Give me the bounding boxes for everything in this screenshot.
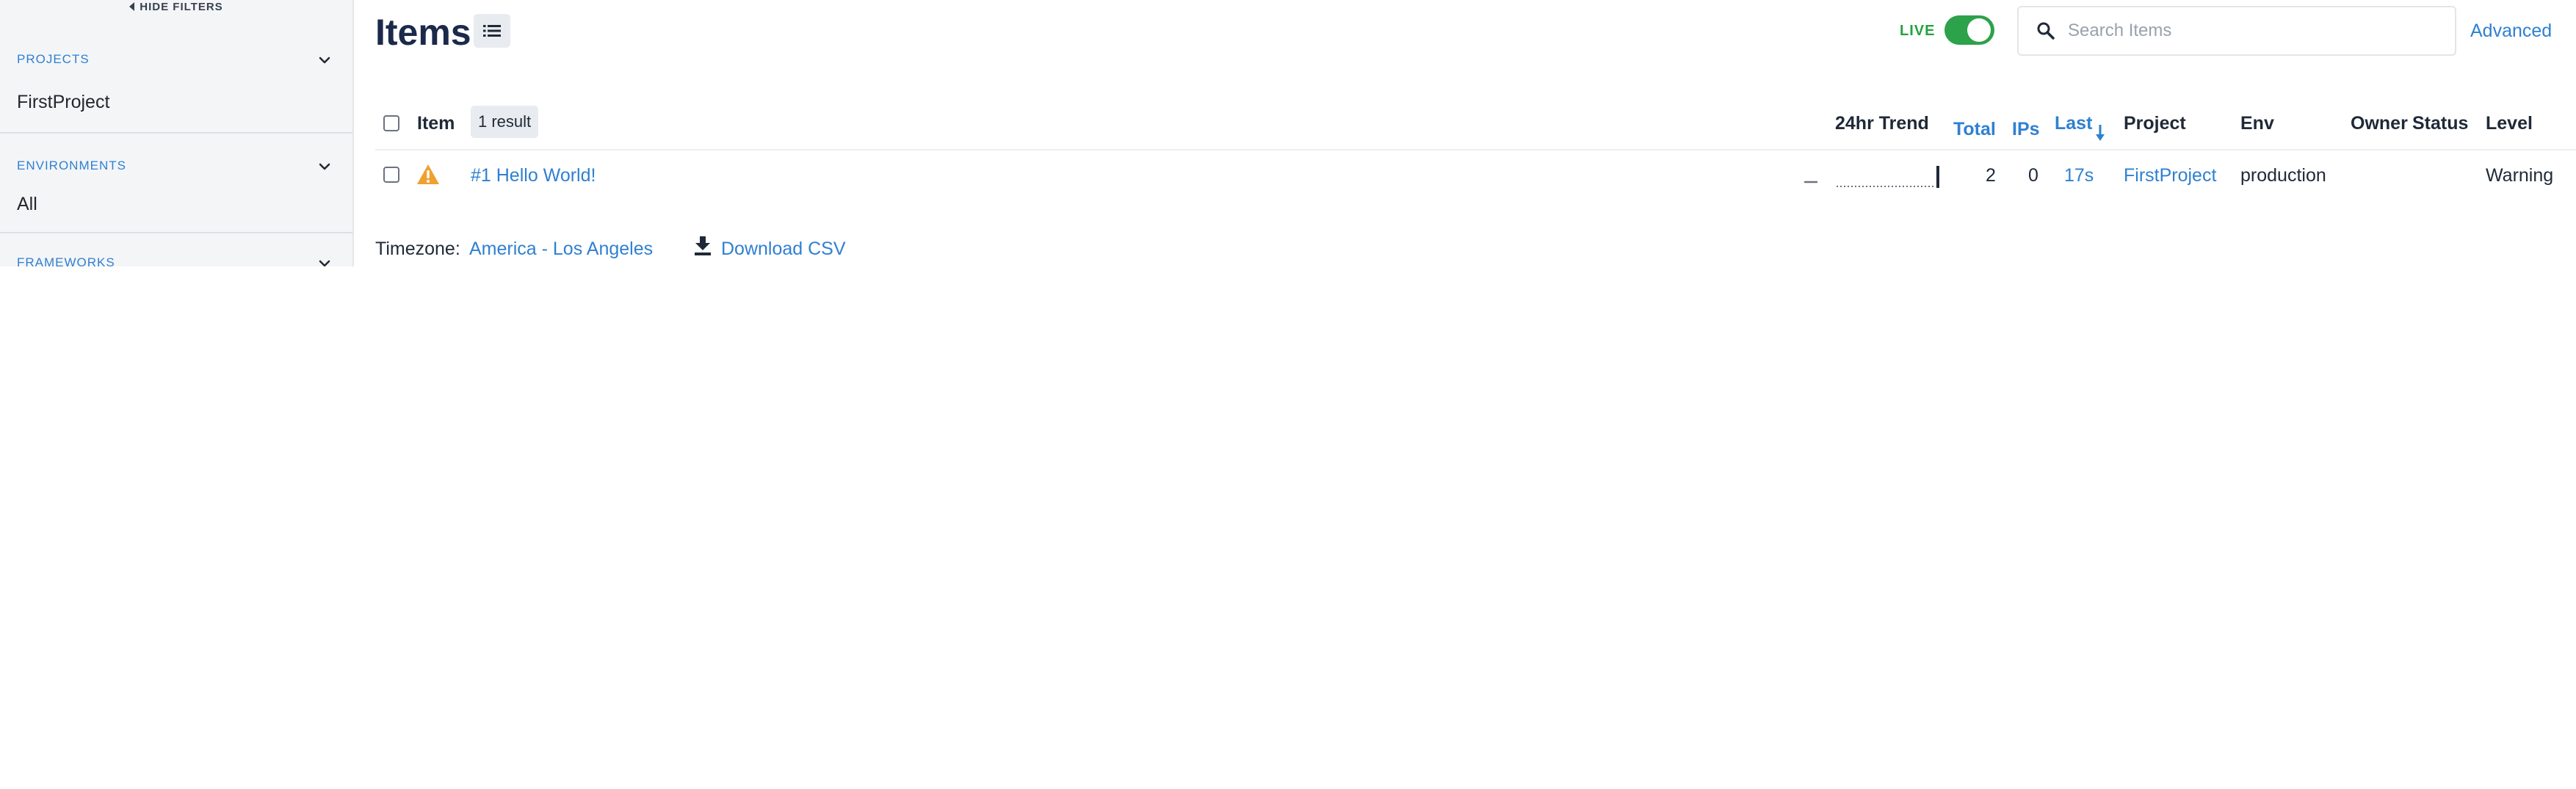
toggle-knob bbox=[1967, 18, 1991, 42]
search-input[interactable] bbox=[2066, 20, 2436, 42]
download-csv-link[interactable]: Download CSV bbox=[721, 239, 846, 260]
moon-icon bbox=[1796, 166, 1818, 187]
project-link[interactable]: FirstProject bbox=[2124, 165, 2216, 186]
search-icon bbox=[2037, 22, 2055, 40]
hide-filters-label: HIDE FILTERS bbox=[140, 0, 223, 13]
filter-heading-environments: ENVIRONMENTS bbox=[17, 159, 126, 172]
live-label: LIVE bbox=[1900, 23, 1936, 39]
column-header-item: Item bbox=[417, 113, 455, 134]
filter-heading-frameworks: FRAMEWORKS bbox=[17, 255, 115, 266]
hide-filters-button[interactable]: HIDE FILTERS bbox=[0, 0, 352, 13]
column-header-status: Status bbox=[2412, 113, 2469, 134]
filter-value-environments[interactable]: All bbox=[17, 194, 37, 215]
filters-sidebar: HIDE FILTERS PROJECTS FirstProject ENVIR… bbox=[0, 0, 354, 266]
sort-descending-icon[interactable] bbox=[2095, 123, 2105, 142]
column-header-level: Level bbox=[2486, 113, 2533, 134]
column-header-env: Env bbox=[2240, 113, 2274, 134]
filter-section-environments[interactable]: ENVIRONMENTS All bbox=[0, 134, 352, 233]
filter-value-projects[interactable]: FirstProject bbox=[17, 92, 109, 113]
page-title: Items bbox=[375, 12, 471, 53]
chevron-down-icon[interactable] bbox=[318, 54, 331, 67]
chevron-down-icon[interactable] bbox=[318, 160, 331, 173]
column-header-project: Project bbox=[2124, 113, 2186, 134]
chevron-down-icon[interactable] bbox=[318, 257, 331, 266]
environment-value: production bbox=[2240, 165, 2326, 186]
advanced-search-link[interactable]: Advanced bbox=[2470, 21, 2552, 42]
filter-heading-projects: PROJECTS bbox=[17, 52, 90, 66]
list-icon bbox=[483, 25, 501, 37]
item-title-link[interactable]: #1 Hello World! bbox=[471, 165, 596, 186]
filter-section-projects[interactable]: PROJECTS FirstProject bbox=[0, 13, 352, 134]
warning-icon bbox=[417, 164, 439, 184]
select-all-checkbox[interactable] bbox=[383, 115, 399, 131]
column-header-ips[interactable]: IPs bbox=[2012, 119, 2040, 140]
column-header-total[interactable]: Total bbox=[1953, 119, 1996, 140]
total-count: 2 bbox=[1986, 165, 1996, 186]
caret-left-icon bbox=[129, 2, 135, 11]
download-icon[interactable] bbox=[694, 236, 712, 256]
row-checkbox[interactable] bbox=[383, 167, 399, 183]
column-header-trend: 24hr Trend bbox=[1835, 113, 1929, 134]
table-header-divider bbox=[375, 149, 2576, 150]
column-header-last[interactable]: Last bbox=[2055, 113, 2092, 134]
column-header-owner: Owner bbox=[2351, 113, 2408, 134]
timezone-label: Timezone: bbox=[375, 239, 460, 259]
timezone-link[interactable]: America - Los Angeles bbox=[469, 239, 653, 260]
search-box[interactable] bbox=[2017, 6, 2456, 56]
list-view-button[interactable] bbox=[474, 14, 510, 48]
ips-count: 0 bbox=[2028, 165, 2038, 186]
last-seen-link[interactable]: 17s bbox=[2064, 165, 2094, 186]
result-count-badge: 1 result bbox=[471, 106, 539, 138]
trend-sparkline bbox=[1837, 166, 1939, 188]
level-value: Warning bbox=[2486, 165, 2554, 186]
filter-section-frameworks[interactable]: FRAMEWORKS bbox=[0, 233, 352, 266]
live-toggle[interactable] bbox=[1944, 15, 1994, 45]
